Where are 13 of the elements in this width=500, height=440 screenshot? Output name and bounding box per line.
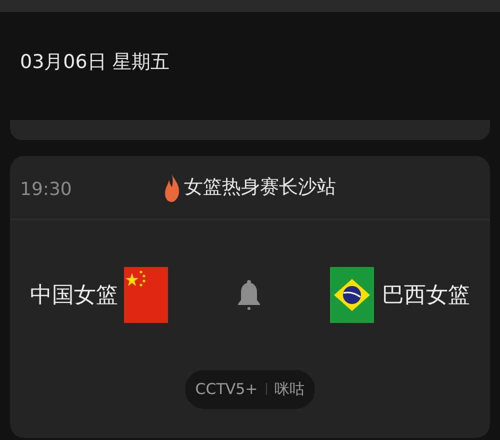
match-card[interactable]: 19:30 女篮热身赛长沙站 中国女篮 巴西女篮 CCTV5+ 咪咕 bbox=[10, 156, 490, 438]
bell-icon[interactable] bbox=[238, 280, 260, 310]
match-title: 女篮热身赛长沙站 bbox=[184, 175, 336, 200]
channel-name: CCTV5+ bbox=[195, 379, 258, 400]
date-heading: 03月06日 星期五 bbox=[20, 51, 170, 73]
flag-icon bbox=[124, 267, 168, 323]
team-name: 巴西女篮 bbox=[382, 282, 470, 310]
team-name: 中国女篮 bbox=[30, 282, 118, 310]
channel-name: 咪咕 bbox=[274, 379, 305, 400]
channel-pill[interactable]: CCTV5+ 咪咕 bbox=[185, 370, 315, 408]
match-time: 19:30 bbox=[20, 178, 72, 202]
fire-icon bbox=[164, 174, 180, 202]
flag-icon bbox=[330, 267, 374, 323]
